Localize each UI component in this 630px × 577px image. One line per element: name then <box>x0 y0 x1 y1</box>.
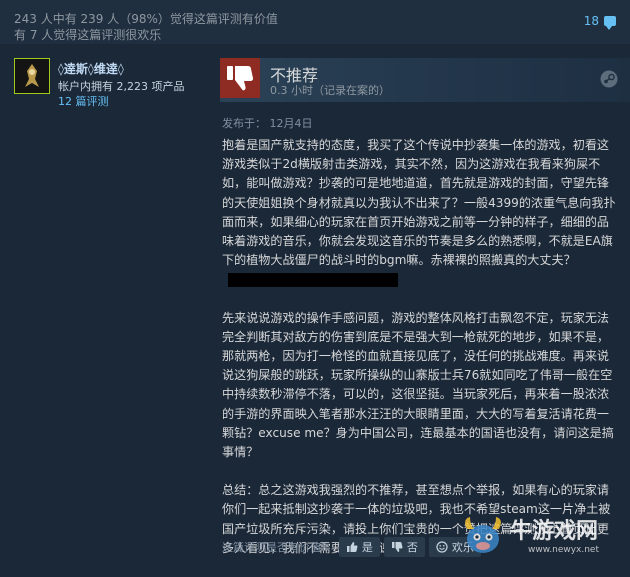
steam-icon <box>600 70 618 88</box>
funny-count-text: 有 7 人觉得这篇评测很欢乐 <box>14 28 162 42</box>
avatar[interactable] <box>14 58 50 94</box>
review-paragraph-1-text: 抱着是国产就支持的态度，我买了这个传说中抄袭集一体的游戏，初看这游戏类似于2d横… <box>222 138 616 268</box>
thumbs-down-badge <box>220 58 260 98</box>
vote-footer: 这篇评测是否有价值? 是 否 欢乐 <box>222 536 485 558</box>
bull-logo-icon <box>465 517 501 553</box>
review-verdict-header: 不推荐 0.3 小时（记录在案的） <box>220 58 630 102</box>
products-owned[interactable]: 帐户内拥有 2,223 项产品 <box>58 78 184 94</box>
hours-played: 0.3 小时（记录在案的） <box>270 84 390 97</box>
smiley-icon <box>436 541 448 553</box>
avatar-emblem-icon <box>15 59 49 93</box>
vote-yes-button[interactable]: 是 <box>338 537 380 557</box>
author-name[interactable]: ◊逹斯◊维逹◊ <box>58 60 124 77</box>
watermark-url: www.newyx.net <box>528 545 600 555</box>
helpful-summary-bar: 243 人中有 239 人（98%）觉得这篇评测有价值 有 7 人觉得这篇评测很… <box>0 0 630 44</box>
comment-icon <box>604 16 616 30</box>
comments-link[interactable]: 18 <box>583 14 616 30</box>
thumbs-up-icon <box>346 542 358 552</box>
reviews-count-link[interactable]: 12 篇评测 <box>58 93 109 109</box>
posted-date: 发布于： 12月4日 <box>222 117 313 130</box>
helpful-percent-text: 243 人中有 239 人（98%）觉得这篇评测有价值 <box>14 12 278 26</box>
redaction-bar <box>228 272 398 287</box>
comment-count: 18 <box>583 14 599 28</box>
thumbs-down-icon <box>220 58 260 98</box>
thumbs-down-small-icon <box>391 542 403 552</box>
review-paragraph-2: 先来说说游戏的操作手感问题，游戏的整体风格打击飘忽不定，玩家无法完全判断其对敌方… <box>222 310 614 460</box>
vote-no-button[interactable]: 否 <box>383 537 425 557</box>
vote-no-label: 否 <box>406 541 418 554</box>
vote-yes-label: 是 <box>361 541 373 554</box>
watermark-title: 牛游戏网 <box>510 519 599 544</box>
site-watermark: 牛游戏网 www.newyx.net <box>452 509 622 565</box>
helpful-question: 这篇评测是否有价值? <box>222 541 327 554</box>
review-paragraph-1: 抱着是国产就支持的态度，我买了这个传说中抄袭集一体的游戏，初看这游戏类似于2d横… <box>222 136 618 290</box>
